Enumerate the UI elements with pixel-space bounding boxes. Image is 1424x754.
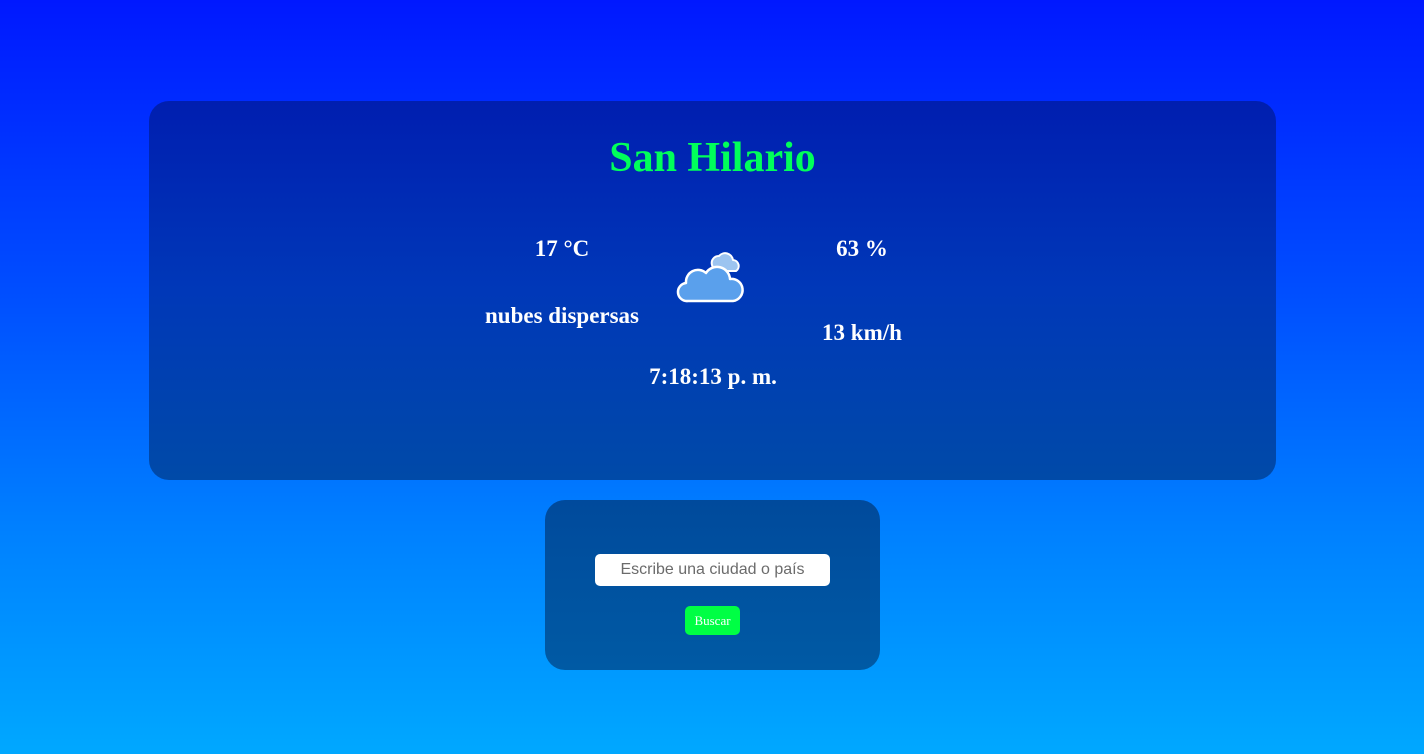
weather-description: nubes dispersas bbox=[484, 303, 640, 328]
temperature-value: 17 °C bbox=[534, 236, 590, 261]
city-title: San Hilario bbox=[609, 135, 816, 181]
weather-card: San Hilario 17 °C nubes dispersas 63 % 1… bbox=[149, 101, 1276, 480]
scattered-clouds-icon bbox=[676, 243, 748, 305]
city-search-input[interactable] bbox=[595, 554, 830, 586]
search-card: Buscar bbox=[545, 500, 880, 670]
local-time: 7:18:13 p. m. bbox=[649, 364, 777, 389]
wind-speed-value: 13 km/h bbox=[822, 320, 902, 345]
search-button[interactable]: Buscar bbox=[685, 606, 740, 635]
humidity-value: 63 % bbox=[836, 236, 888, 261]
